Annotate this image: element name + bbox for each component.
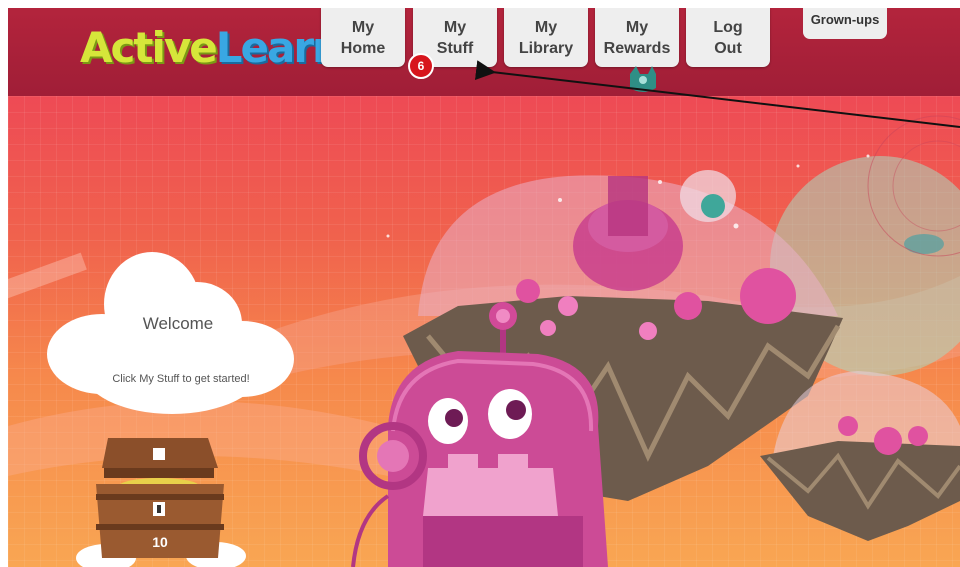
- treasure-chest[interactable]: 10: [66, 438, 256, 567]
- treasure-count: 10: [152, 534, 168, 550]
- welcome-message: Click My Stuff to get started!: [112, 373, 250, 385]
- welcome-title: Welcome: [142, 314, 214, 333]
- pointer-arrow: [474, 60, 960, 128]
- main-scene: Welcome Click My Stuff to get started! 1…: [8, 96, 960, 567]
- page: ActiveLearn My Home My Stuff My Library …: [8, 8, 960, 567]
